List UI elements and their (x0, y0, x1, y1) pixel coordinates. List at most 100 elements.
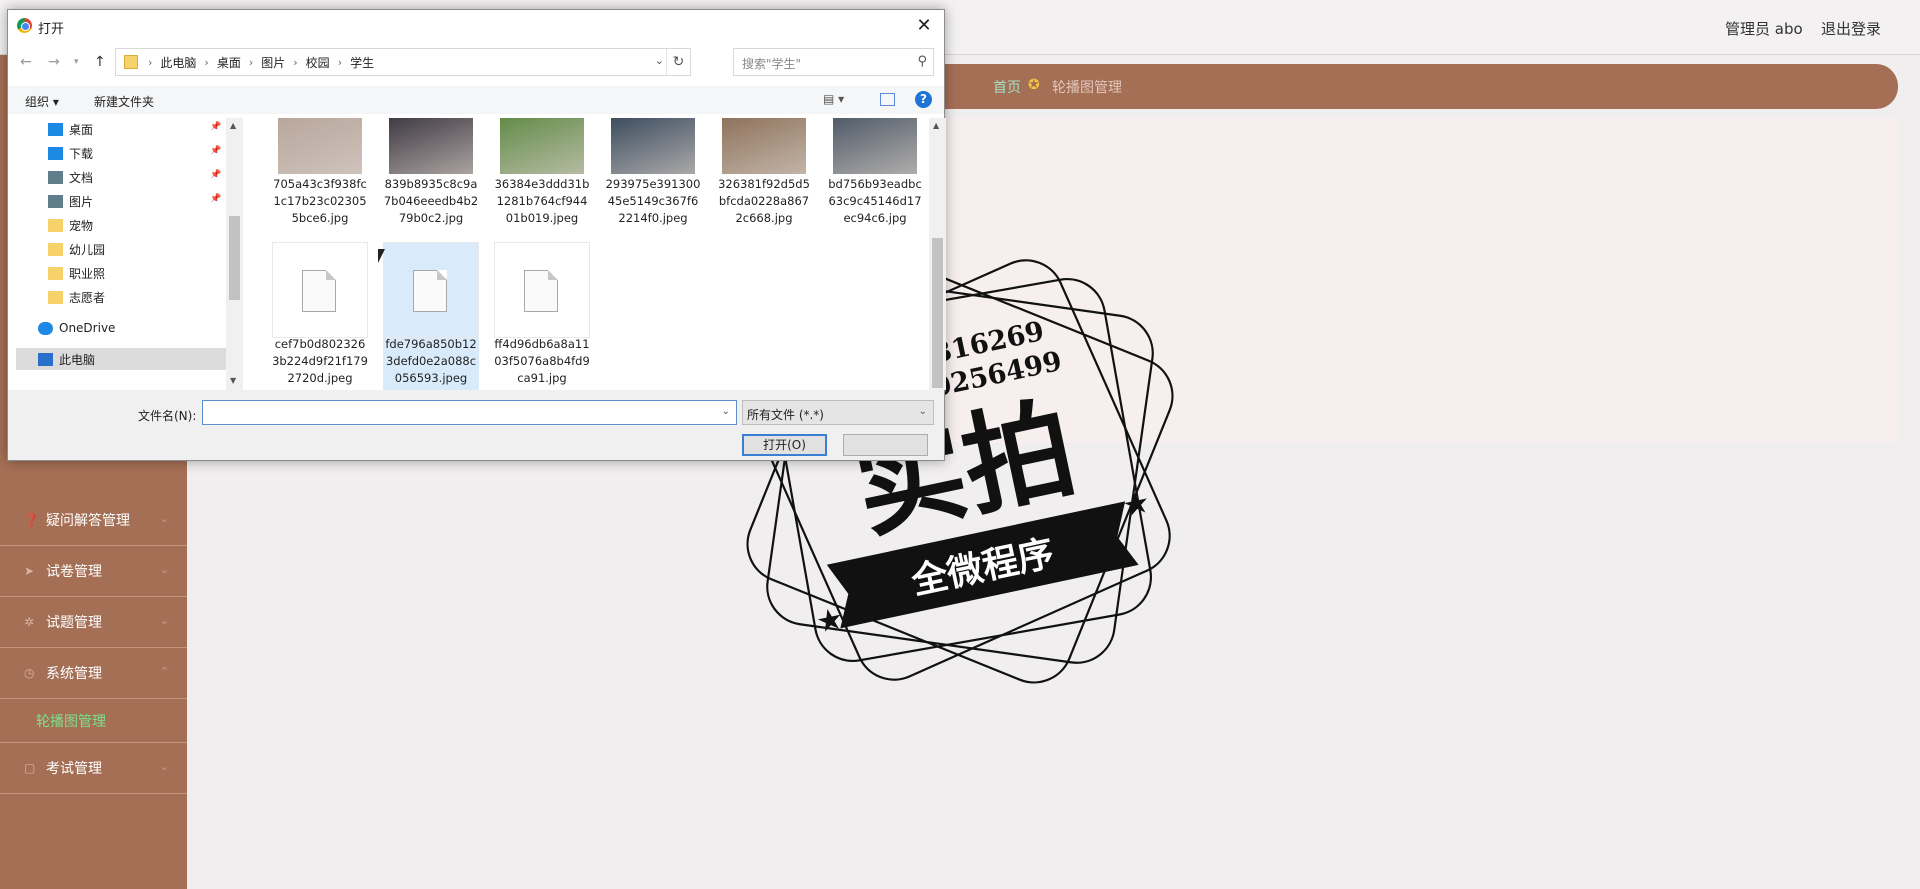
address-bar[interactable]: › 此电脑 › 桌面 › 图片 › 校园 › 学生 ⌄ ↻ (115, 48, 691, 76)
up-button[interactable]: ↑ (94, 54, 106, 70)
breadcrumb-home[interactable]: 首页 (993, 77, 1021, 97)
command-bar: 组织 ▾ 新建文件夹 ▤ ▾ ? (8, 86, 944, 114)
nav-item-label: 下载 (69, 146, 94, 161)
pin-icon: 📌 (210, 146, 222, 156)
image-thumbnail (389, 118, 473, 174)
chevron-down-icon: ⌄ (918, 406, 927, 417)
folder-icon (124, 55, 138, 69)
file-name: bd756b93eadbc63c9c45146d17ec94c6.jpg (828, 177, 922, 225)
nav-scroll-thumb[interactable] (229, 216, 240, 300)
nav-item[interactable]: 图片 📌 (48, 190, 238, 212)
nav-item-label: 幼儿园 (69, 242, 106, 257)
mouse-cursor-icon (378, 249, 385, 263)
pin-icon: 📌 (210, 194, 222, 204)
search-placeholder: 搜索"学生" (742, 57, 802, 71)
dialog-title: 打开 (38, 22, 65, 37)
scroll-down-icon[interactable]: ▼ (230, 376, 236, 385)
nav-item-label: 文档 (69, 170, 94, 185)
image-thumbnail (833, 118, 917, 174)
filename-label: 文件名(N): (138, 409, 197, 423)
filetype-select[interactable]: 所有文件 (*.*) ⌄ (742, 400, 934, 425)
close-button[interactable]: ✕ (912, 14, 936, 38)
files-scrollbar[interactable]: ▲ (929, 118, 946, 390)
sidebar-subitem-carousel[interactable]: 轮播图管理 (0, 699, 187, 743)
nav-item[interactable]: OneDrive (38, 317, 228, 339)
help-icon[interactable]: ? (915, 91, 932, 108)
file-item[interactable]: 326381f92d5d5bfcda0228a8672c668.jpg (716, 118, 812, 236)
chevron-down-icon: ⌄ (159, 563, 169, 576)
preview-pane-button[interactable] (880, 93, 895, 106)
file-name: ff4d96db6a8a1103f5076a8b4fd9ca91.jpg (494, 337, 590, 385)
download-icon (48, 146, 63, 160)
nav-item[interactable]: 此电脑 (16, 348, 226, 370)
nav-item[interactable]: 下载 📌 (48, 142, 238, 164)
file-item[interactable]: cef7b0d8023263b224d9f21f1792720d.jpeg (272, 242, 368, 390)
file-item[interactable]: bd756b93eadbc63c9c45146d17ec94c6.jpg (827, 118, 923, 236)
send-icon: ➤ (24, 564, 35, 578)
search-input[interactable]: 搜索"学生" ⚲ (733, 48, 934, 76)
file-open-dialog: 打开 ✕ ← → ▾ ↑ › 此电脑 › 桌面 › 图片 › 校园 › 学生 ⌄… (7, 9, 946, 461)
chevron-right-icon: › (293, 55, 298, 69)
picture-icon (48, 194, 63, 208)
nav-item[interactable]: 幼儿园 (48, 238, 238, 260)
sidebar-item-qa[interactable]: ❓ 疑问解答管理 ⌄ (0, 495, 187, 546)
file-name: cef7b0d8023263b224d9f21f1792720d.jpeg (272, 337, 368, 385)
chevron-down-icon[interactable]: ⌄ (655, 54, 664, 67)
back-button[interactable]: ← (20, 54, 32, 70)
admin-user-label: 管理员 abo (1725, 20, 1803, 38)
cancel-button[interactable] (843, 434, 928, 456)
image-thumbnail (278, 118, 362, 174)
logout-link[interactable]: 退出登录 (1821, 18, 1881, 39)
file-icon (302, 270, 336, 312)
nav-item-label: 桌面 (69, 122, 94, 137)
nav-item[interactable]: 职业照 (48, 262, 238, 284)
open-button[interactable]: 打开(O) (742, 434, 827, 456)
scroll-up-icon[interactable]: ▲ (933, 121, 939, 130)
dialog-titlebar[interactable]: 打开 ✕ (8, 10, 944, 42)
file-item[interactable]: fde796a850b123defd0e2a088c056593.jpeg (383, 242, 479, 390)
sidebar-item-exams[interactable]: ▢ 考试管理 ⌄ (0, 743, 187, 794)
refresh-button[interactable]: ↻ (666, 49, 690, 75)
file-item[interactable]: 293975e39130045e5149c367f62214f0.jpeg (605, 118, 701, 236)
scroll-up-icon[interactable]: ▲ (230, 121, 236, 130)
sidebar-item-papers[interactable]: ➤ 试卷管理 ⌄ (0, 546, 187, 597)
sidebar-item-label: 系统管理 (46, 666, 102, 682)
desktop-icon (48, 122, 63, 136)
sidebar-item-questions[interactable]: ✲ 试题管理 ⌄ (0, 597, 187, 648)
square-icon: ▢ (24, 761, 36, 775)
cloud-icon (38, 321, 53, 335)
star-icon: ★ (1120, 485, 1154, 525)
path-segment[interactable]: 图片 (261, 54, 285, 71)
file-item[interactable]: 705a43c3f938fc1c17b23c023055bce6.jpg (272, 118, 368, 236)
file-item[interactable]: ff4d96db6a8a1103f5076a8b4fd9ca91.jpg (494, 242, 590, 390)
chevron-up-icon: ⌃ (159, 665, 169, 678)
new-folder-button[interactable]: 新建文件夹 (94, 93, 154, 110)
filename-input[interactable]: ⌄ (202, 400, 737, 425)
organize-menu[interactable]: 组织 ▾ (25, 93, 59, 110)
document-icon (48, 170, 63, 184)
path-segment[interactable]: 此电脑 (160, 54, 196, 71)
file-item[interactable]: 839b8935c8c9a7b046eeedb4b279b0c2.jpg (383, 118, 479, 236)
file-name: 839b8935c8c9a7b046eeedb4b279b0c2.jpg (383, 177, 479, 225)
sidebar-item-system[interactable]: ◷ 系统管理 ⌃ (0, 648, 187, 699)
chevron-right-icon: › (148, 55, 153, 69)
files-scroll-thumb[interactable] (932, 238, 943, 388)
nav-item[interactable]: 志愿者 (48, 286, 238, 308)
nav-item[interactable]: 桌面 📌 (48, 118, 238, 140)
question-icon: ❓ (24, 513, 39, 527)
chevron-right-icon: › (337, 55, 343, 69)
view-options-button[interactable]: ▤ ▾ (823, 92, 844, 106)
chevron-down-icon[interactable]: ⌄ (722, 406, 730, 417)
path-segment[interactable]: 桌面 (217, 54, 241, 71)
nav-scrollbar[interactable]: ▲ ▼ (226, 118, 243, 390)
forward-button[interactable]: → (48, 54, 60, 70)
recent-locations-button[interactable]: ▾ (74, 57, 79, 67)
nav-item[interactable]: 宠物 (48, 214, 238, 236)
file-item[interactable]: 36384e3ddd31b1281b764cf94401b019.jpeg (494, 118, 590, 236)
pin-icon: 📌 (210, 170, 222, 180)
path-segment[interactable]: 学生 (350, 54, 374, 71)
nav-item[interactable]: 文档 📌 (48, 166, 238, 188)
chevron-right-icon: › (204, 55, 209, 69)
dialog-footer: 文件名(N): ⌄ 所有文件 (*.*) ⌄ 打开(O) (8, 390, 944, 460)
path-segment[interactable]: 校园 (306, 54, 330, 71)
